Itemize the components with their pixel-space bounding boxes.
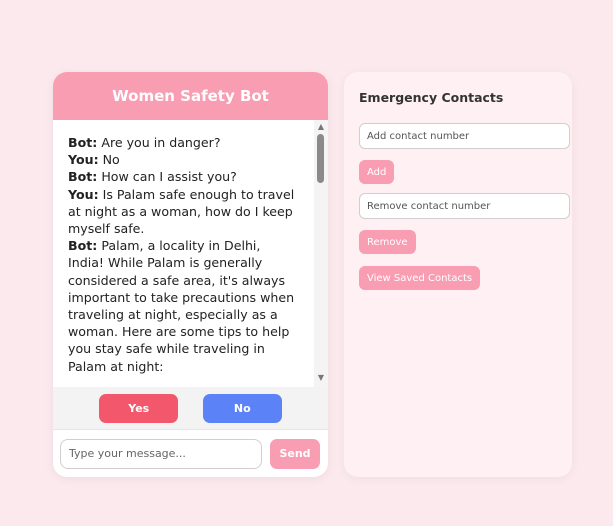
message-sender: Bot: (68, 169, 98, 185)
remove-contact-input[interactable] (359, 193, 570, 219)
emergency-contacts-panel: Emergency Contacts Add Remove View Saved… (344, 72, 572, 477)
remove-contact-button[interactable]: Remove (359, 230, 416, 254)
chat-messages[interactable]: Bot: Are you in danger? You: No Bot: How… (53, 120, 328, 387)
message-input-row: Send (53, 429, 328, 477)
chat-message: You: Is Palam safe enough to travel at n… (68, 186, 298, 238)
send-button[interactable]: Send (270, 438, 320, 469)
message-sender: You: (68, 152, 99, 168)
message-sender: You: (68, 186, 99, 202)
message-text: Are you in danger? (101, 135, 221, 150)
chat-message: Bot: Are you in danger? (68, 134, 298, 151)
view-saved-contacts-button[interactable]: View Saved Contacts (359, 266, 481, 290)
contacts-title: Emergency Contacts (359, 90, 504, 105)
chat-header: Women Safety Bot (53, 72, 328, 120)
scroll-thumb[interactable] (317, 134, 324, 183)
message-sender: Bot: (68, 135, 98, 150)
quick-reply-bar: Yes No (53, 387, 328, 429)
message-text: Is Palam safe enough to travel at night … (68, 186, 295, 237)
message-sender: Bot: (68, 238, 98, 254)
message-text: How can I assist you? (101, 169, 237, 185)
chat-message: You: No (68, 151, 298, 168)
message-text: No (102, 152, 120, 168)
scroll-up-arrow-icon[interactable]: ▲ (314, 121, 328, 133)
message-text: Palam, a locality in Delhi, India! While… (68, 238, 295, 374)
chat-scrollbar[interactable]: ▲ ▼ (314, 120, 328, 387)
chat-message: Bot: How can I assist you? (68, 168, 298, 185)
chat-title: Women Safety Bot (112, 87, 269, 105)
chat-message: Bot: Palam, a locality in Delhi, India! … (68, 237, 298, 375)
yes-button[interactable]: Yes (99, 393, 179, 423)
message-input[interactable] (60, 438, 262, 469)
chat-panel: Women Safety Bot Bot: Are you in danger?… (53, 72, 328, 477)
add-contact-input[interactable] (359, 123, 570, 149)
no-button[interactable]: No (202, 393, 282, 423)
add-contact-button[interactable]: Add (359, 160, 395, 184)
scroll-down-arrow-icon[interactable]: ▼ (314, 372, 328, 384)
